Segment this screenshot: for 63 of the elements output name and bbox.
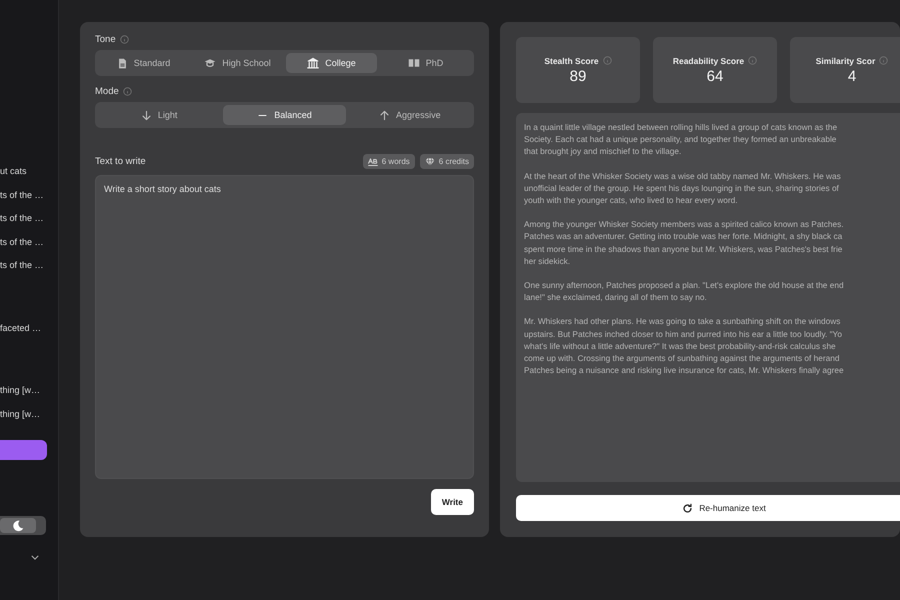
text-line: One sunny afternoon, Patches proposed a plan. "Let's explore the old house at the end: [524, 279, 845, 292]
score-label: Readability Score: [672, 56, 744, 66]
info-icon: [602, 56, 612, 65]
text-line: youth with the younger cats, who lived to hear every word.: [524, 194, 739, 206]
dark-mode-option[interactable]: [0, 518, 36, 533]
option-tab[interactable]: Light: [98, 105, 220, 125]
text-line: that brought joy and mischief to the village.: [524, 145, 682, 158]
score-value: 89: [570, 68, 586, 84]
write-button[interactable]: Write: [430, 489, 474, 515]
down-arrow-icon: [140, 110, 152, 120]
text-line: Patches was an adventurer. Getting into trouble was her forte. Midnight, a shy black ca: [524, 230, 844, 243]
up-arrow-icon: [379, 110, 390, 120]
option-tab[interactable]: College: [286, 53, 377, 73]
history-item[interactable]: ts of the …: [0, 258, 58, 282]
refresh-icon: [682, 502, 694, 514]
text-line: spent more time in the shadows than anyone but Mr. Whiskers, was Patches's best frie: [524, 242, 844, 255]
text-line: what's life without a little adventure?" It was the best probability-and-risk calculus she: [524, 340, 837, 352]
option-tab[interactable]: PhD: [380, 53, 471, 73]
history-item[interactable]: thing [w…: [0, 383, 58, 406]
word-count-badge: 6 words: [362, 154, 415, 169]
score-label: Stealth Score: [544, 56, 599, 66]
option-tab[interactable]: Balanced: [223, 105, 346, 125]
history-item[interactable]: thing [w…: [0, 406, 58, 430]
info-icon: [122, 87, 132, 96]
score-label: Similarity Scor: [816, 56, 876, 66]
info-icon: [120, 35, 129, 44]
text-line: Society. Each cat had a unique personality, and together they formed an unbreakable: [524, 133, 838, 146]
text-line: In a quaint little village nestled between rolling hills lived a group of cats known as the: [524, 121, 838, 134]
building-icon: [307, 57, 320, 69]
graduation-cap-icon: [204, 57, 216, 69]
text-line: Mr. Whiskers had other plans. He was going to take a sunbathing shift on the windows: [524, 315, 842, 328]
option-tab[interactable]: Standard: [98, 53, 189, 73]
option-tab[interactable]: High School: [192, 53, 283, 73]
history-item[interactable]: faceted …: [0, 320, 58, 344]
section-label: Mode: [95, 86, 119, 97]
document-icon: [116, 58, 128, 68]
text-icon: [368, 156, 378, 166]
re-humanize-button[interactable]: Re-humanize text: [516, 495, 900, 521]
info-icon: [748, 56, 758, 65]
text-line: unofficial leader of the group. He spent his days lounging in the sun, sharing stories of: [524, 182, 840, 194]
section-label: Tone: [95, 34, 116, 45]
moon-icon: [12, 520, 24, 532]
history-item[interactable]: ts of the …: [0, 188, 58, 211]
history-item[interactable]: ts of the …: [0, 234, 58, 258]
score-value: 4: [848, 68, 856, 84]
gem-icon: [424, 156, 435, 166]
field-label: Text to write: [95, 156, 146, 167]
input-field[interactable]: Write a short story about cats: [95, 175, 474, 479]
credits-badge: 6 credits: [420, 154, 474, 169]
score-value: 64: [706, 68, 724, 84]
text-line: come up with. Crossing the arguments of sunbathing against the arguments of herand: [524, 352, 840, 364]
text-line: Patches being a nuisance and risking live insurance for cats, Mr. Whiskers finally agree: [524, 364, 845, 376]
history-item[interactable]: ut cats: [0, 164, 58, 188]
text-line: her sidekick.: [524, 254, 572, 268]
info-icon: [879, 56, 888, 65]
text-line: Among the younger Whisker Society members was a spirited calico known as Patches.: [524, 218, 845, 230]
chevron-down-icon[interactable]: [31, 555, 39, 560]
history-item[interactable]: ts of the …: [0, 211, 58, 234]
text-line: lane!" she exclaimed, daring all of them to say no.: [524, 291, 708, 304]
option-tab[interactable]: Aggressive: [348, 105, 471, 125]
text-line: At the heart of the Whisker Society was a wise old tabby named Mr. Whiskers. He was: [524, 170, 842, 182]
text-line: upstairs. But Patches inched closer to him and purred into his ear a little too loudly. "Yo: [524, 328, 843, 340]
book-icon: [408, 57, 420, 69]
